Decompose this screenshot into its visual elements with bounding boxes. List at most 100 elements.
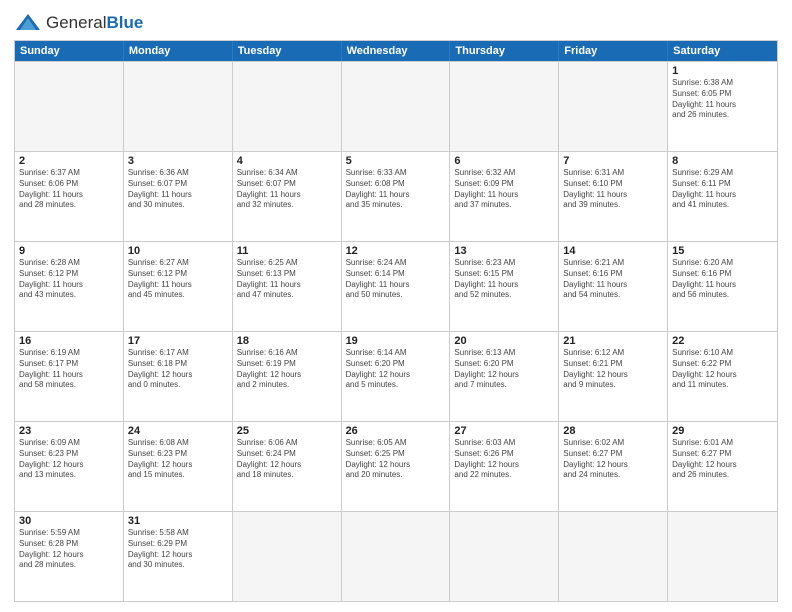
day-info: Sunrise: 6:29 AM Sunset: 6:11 PM Dayligh… xyxy=(672,168,773,211)
calendar: SundayMondayTuesdayWednesdayThursdayFrid… xyxy=(14,40,778,602)
day-info: Sunrise: 6:20 AM Sunset: 6:16 PM Dayligh… xyxy=(672,258,773,301)
cal-cell: 27Sunrise: 6:03 AM Sunset: 6:26 PM Dayli… xyxy=(450,422,559,511)
cal-cell: 10Sunrise: 6:27 AM Sunset: 6:12 PM Dayli… xyxy=(124,242,233,331)
day-number: 24 xyxy=(128,425,228,437)
day-info: Sunrise: 6:23 AM Sunset: 6:15 PM Dayligh… xyxy=(454,258,554,301)
day-number: 30 xyxy=(19,515,119,527)
day-number: 20 xyxy=(454,335,554,347)
cal-cell xyxy=(233,62,342,151)
header: GeneralBlue xyxy=(14,12,778,34)
cal-cell: 9Sunrise: 6:28 AM Sunset: 6:12 PM Daylig… xyxy=(15,242,124,331)
week-row-1: 1Sunrise: 6:38 AM Sunset: 6:05 PM Daylig… xyxy=(15,61,777,151)
cal-cell: 21Sunrise: 6:12 AM Sunset: 6:21 PM Dayli… xyxy=(559,332,668,421)
header-day-friday: Friday xyxy=(559,41,668,61)
cal-cell xyxy=(450,512,559,601)
cal-cell xyxy=(668,512,777,601)
day-number: 26 xyxy=(346,425,446,437)
cal-cell: 3Sunrise: 6:36 AM Sunset: 6:07 PM Daylig… xyxy=(124,152,233,241)
day-number: 3 xyxy=(128,155,228,167)
cal-cell: 8Sunrise: 6:29 AM Sunset: 6:11 PM Daylig… xyxy=(668,152,777,241)
cal-cell: 7Sunrise: 6:31 AM Sunset: 6:10 PM Daylig… xyxy=(559,152,668,241)
day-number: 16 xyxy=(19,335,119,347)
day-number: 6 xyxy=(454,155,554,167)
header-day-saturday: Saturday xyxy=(668,41,777,61)
day-number: 8 xyxy=(672,155,773,167)
day-info: Sunrise: 6:21 AM Sunset: 6:16 PM Dayligh… xyxy=(563,258,663,301)
day-info: Sunrise: 6:28 AM Sunset: 6:12 PM Dayligh… xyxy=(19,258,119,301)
day-number: 27 xyxy=(454,425,554,437)
cal-cell: 25Sunrise: 6:06 AM Sunset: 6:24 PM Dayli… xyxy=(233,422,342,511)
cal-cell: 23Sunrise: 6:09 AM Sunset: 6:23 PM Dayli… xyxy=(15,422,124,511)
week-row-6: 30Sunrise: 5:59 AM Sunset: 6:28 PM Dayli… xyxy=(15,511,777,601)
cal-cell xyxy=(342,512,451,601)
cal-cell: 20Sunrise: 6:13 AM Sunset: 6:20 PM Dayli… xyxy=(450,332,559,421)
day-info: Sunrise: 5:58 AM Sunset: 6:29 PM Dayligh… xyxy=(128,528,228,571)
day-info: Sunrise: 5:59 AM Sunset: 6:28 PM Dayligh… xyxy=(19,528,119,571)
cal-cell: 14Sunrise: 6:21 AM Sunset: 6:16 PM Dayli… xyxy=(559,242,668,331)
day-number: 1 xyxy=(672,65,773,77)
cal-cell: 24Sunrise: 6:08 AM Sunset: 6:23 PM Dayli… xyxy=(124,422,233,511)
day-info: Sunrise: 6:36 AM Sunset: 6:07 PM Dayligh… xyxy=(128,168,228,211)
cal-cell xyxy=(450,62,559,151)
header-day-monday: Monday xyxy=(124,41,233,61)
cal-cell xyxy=(15,62,124,151)
cal-cell: 28Sunrise: 6:02 AM Sunset: 6:27 PM Dayli… xyxy=(559,422,668,511)
cal-cell: 12Sunrise: 6:24 AM Sunset: 6:14 PM Dayli… xyxy=(342,242,451,331)
cal-cell: 15Sunrise: 6:20 AM Sunset: 6:16 PM Dayli… xyxy=(668,242,777,331)
day-info: Sunrise: 6:05 AM Sunset: 6:25 PM Dayligh… xyxy=(346,438,446,481)
day-info: Sunrise: 6:10 AM Sunset: 6:22 PM Dayligh… xyxy=(672,348,773,391)
calendar-body: 1Sunrise: 6:38 AM Sunset: 6:05 PM Daylig… xyxy=(15,61,777,601)
cal-cell: 6Sunrise: 6:32 AM Sunset: 6:09 PM Daylig… xyxy=(450,152,559,241)
cal-cell: 1Sunrise: 6:38 AM Sunset: 6:05 PM Daylig… xyxy=(668,62,777,151)
week-row-3: 9Sunrise: 6:28 AM Sunset: 6:12 PM Daylig… xyxy=(15,241,777,331)
day-number: 17 xyxy=(128,335,228,347)
day-info: Sunrise: 6:12 AM Sunset: 6:21 PM Dayligh… xyxy=(563,348,663,391)
day-info: Sunrise: 6:16 AM Sunset: 6:19 PM Dayligh… xyxy=(237,348,337,391)
day-info: Sunrise: 6:25 AM Sunset: 6:13 PM Dayligh… xyxy=(237,258,337,301)
cal-cell xyxy=(342,62,451,151)
day-info: Sunrise: 6:37 AM Sunset: 6:06 PM Dayligh… xyxy=(19,168,119,211)
cal-cell xyxy=(559,512,668,601)
day-info: Sunrise: 6:14 AM Sunset: 6:20 PM Dayligh… xyxy=(346,348,446,391)
day-number: 31 xyxy=(128,515,228,527)
day-info: Sunrise: 6:38 AM Sunset: 6:05 PM Dayligh… xyxy=(672,78,773,121)
day-number: 18 xyxy=(237,335,337,347)
cal-cell: 16Sunrise: 6:19 AM Sunset: 6:17 PM Dayli… xyxy=(15,332,124,421)
day-info: Sunrise: 6:31 AM Sunset: 6:10 PM Dayligh… xyxy=(563,168,663,211)
cal-cell xyxy=(233,512,342,601)
day-info: Sunrise: 6:06 AM Sunset: 6:24 PM Dayligh… xyxy=(237,438,337,481)
cal-cell xyxy=(559,62,668,151)
calendar-page: GeneralBlue SundayMondayTuesdayWednesday… xyxy=(0,0,792,612)
day-number: 4 xyxy=(237,155,337,167)
day-number: 2 xyxy=(19,155,119,167)
logo-text: GeneralBlue xyxy=(46,13,143,33)
cal-cell: 19Sunrise: 6:14 AM Sunset: 6:20 PM Dayli… xyxy=(342,332,451,421)
day-info: Sunrise: 6:01 AM Sunset: 6:27 PM Dayligh… xyxy=(672,438,773,481)
cal-cell: 31Sunrise: 5:58 AM Sunset: 6:29 PM Dayli… xyxy=(124,512,233,601)
day-info: Sunrise: 6:27 AM Sunset: 6:12 PM Dayligh… xyxy=(128,258,228,301)
day-number: 12 xyxy=(346,245,446,257)
week-row-4: 16Sunrise: 6:19 AM Sunset: 6:17 PM Dayli… xyxy=(15,331,777,421)
cal-cell: 13Sunrise: 6:23 AM Sunset: 6:15 PM Dayli… xyxy=(450,242,559,331)
day-number: 28 xyxy=(563,425,663,437)
day-info: Sunrise: 6:03 AM Sunset: 6:26 PM Dayligh… xyxy=(454,438,554,481)
day-info: Sunrise: 6:08 AM Sunset: 6:23 PM Dayligh… xyxy=(128,438,228,481)
cal-cell: 22Sunrise: 6:10 AM Sunset: 6:22 PM Dayli… xyxy=(668,332,777,421)
cal-cell: 17Sunrise: 6:17 AM Sunset: 6:18 PM Dayli… xyxy=(124,332,233,421)
day-number: 11 xyxy=(237,245,337,257)
cal-cell: 11Sunrise: 6:25 AM Sunset: 6:13 PM Dayli… xyxy=(233,242,342,331)
cal-cell: 18Sunrise: 6:16 AM Sunset: 6:19 PM Dayli… xyxy=(233,332,342,421)
day-number: 15 xyxy=(672,245,773,257)
day-info: Sunrise: 6:32 AM Sunset: 6:09 PM Dayligh… xyxy=(454,168,554,211)
day-number: 7 xyxy=(563,155,663,167)
day-info: Sunrise: 6:19 AM Sunset: 6:17 PM Dayligh… xyxy=(19,348,119,391)
day-number: 10 xyxy=(128,245,228,257)
cal-cell: 29Sunrise: 6:01 AM Sunset: 6:27 PM Dayli… xyxy=(668,422,777,511)
header-day-thursday: Thursday xyxy=(450,41,559,61)
day-number: 5 xyxy=(346,155,446,167)
day-number: 29 xyxy=(672,425,773,437)
week-row-5: 23Sunrise: 6:09 AM Sunset: 6:23 PM Dayli… xyxy=(15,421,777,511)
cal-cell: 26Sunrise: 6:05 AM Sunset: 6:25 PM Dayli… xyxy=(342,422,451,511)
day-info: Sunrise: 6:02 AM Sunset: 6:27 PM Dayligh… xyxy=(563,438,663,481)
cal-cell: 2Sunrise: 6:37 AM Sunset: 6:06 PM Daylig… xyxy=(15,152,124,241)
